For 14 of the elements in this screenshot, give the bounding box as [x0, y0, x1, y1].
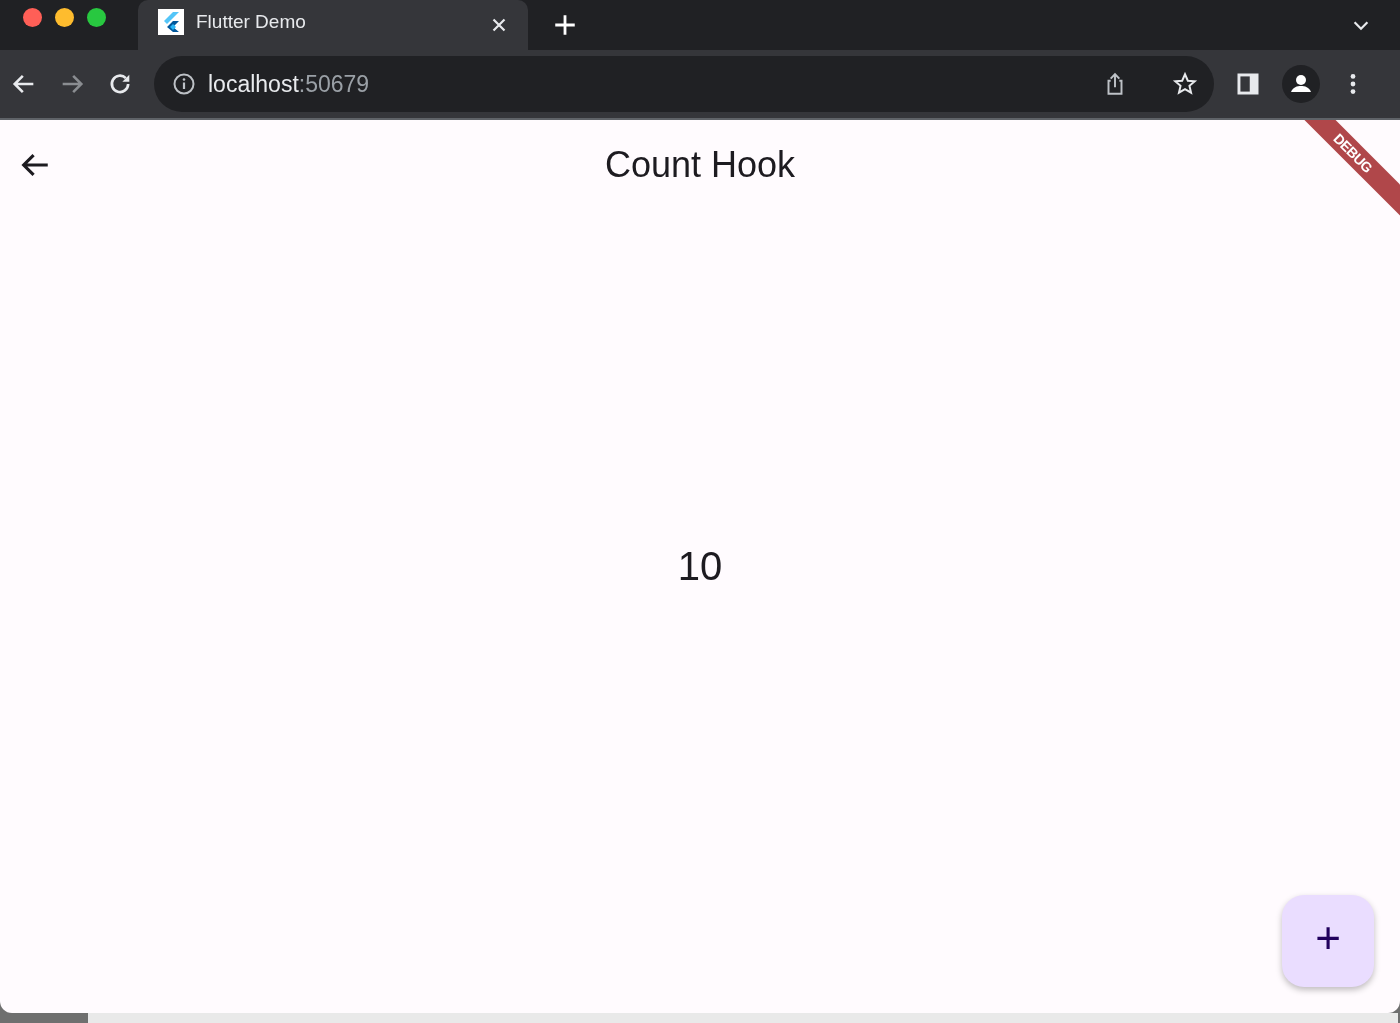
url-text: localhost:50679: [208, 70, 371, 98]
page-title: Count Hook: [604, 144, 796, 185]
minimize-window-button[interactable]: [55, 8, 74, 27]
close-window-button[interactable]: [23, 8, 42, 27]
browser-tab[interactable]: Flutter Demo: [138, 0, 528, 50]
star-icon[interactable]: [1172, 71, 1198, 97]
add-button[interactable]: +: [1282, 895, 1374, 987]
flutter-logo-icon: [158, 9, 184, 35]
maximize-window-button[interactable]: [87, 8, 106, 27]
counter-value: 10: [677, 544, 723, 589]
info-icon[interactable]: [172, 72, 196, 96]
address-bar[interactable]: localhost:50679: [154, 56, 1214, 112]
new-tab-icon[interactable]: [552, 12, 578, 38]
profile-icon[interactable]: [1282, 65, 1320, 103]
